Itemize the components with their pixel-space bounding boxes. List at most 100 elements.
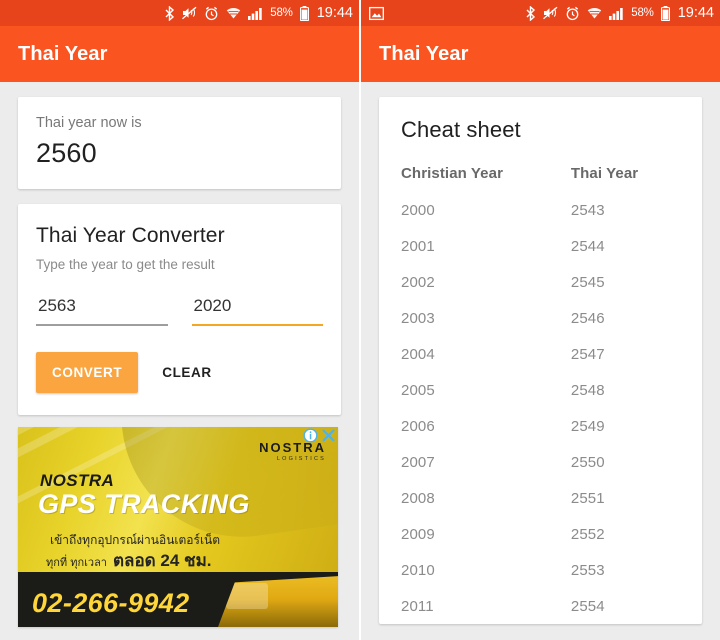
signal-icon (609, 7, 624, 20)
dual-screenshot-container: 58% 19:44 Thai Year Thai year now is 256… (0, 0, 720, 640)
cell-thai-year: 2553 (570, 562, 605, 579)
column-header-thai-year: Thai Year (570, 165, 639, 182)
christian-year-field-underline (191, 324, 323, 326)
battery-percent: 58% (270, 7, 293, 19)
screenshot-icon (369, 6, 384, 21)
cell-thai-year: 2550 (570, 454, 605, 471)
ad-thai-line-2: ทุกที่ ทุกเวลา ตลอด 24 ชม. (46, 547, 212, 572)
left-content: Thai year now is 2560 Thai Year Converte… (0, 97, 359, 627)
thai-year-field-underline (36, 324, 168, 326)
app-title: Thai Year (18, 42, 108, 65)
ad-top-panel: NOSTRA LOGISTICS NOSTRA GPS TRACKING เข้… (18, 427, 338, 572)
cell-christian-year: 2004 (401, 346, 435, 363)
left-screen: 58% 19:44 Thai Year Thai year now is 256… (0, 0, 359, 640)
converter-buttons: CONVERT CLEAR (36, 352, 323, 393)
clear-button[interactable]: CLEAR (148, 352, 226, 393)
table-header-row: Christian Year Thai Year (401, 165, 680, 202)
ad-headline-1: NOSTRA (40, 471, 115, 490)
table-row: 2005 2548 (401, 382, 680, 418)
ad-truck-image (218, 576, 338, 627)
table-row: 2009 2552 (401, 526, 680, 562)
cell-thai-year: 2551 (570, 490, 605, 507)
thai-year-input[interactable] (36, 296, 168, 324)
cell-christian-year: 2006 (401, 418, 435, 435)
status-clock: 19:44 (316, 5, 353, 21)
ad-brand-logo: NOSTRA LOGISTICS (259, 440, 326, 462)
status-bar-left: 58% 19:44 (0, 0, 359, 26)
bluetooth-icon (525, 5, 536, 21)
thai-year-now-label: Thai year now is (36, 115, 142, 131)
cell-thai-year: 2544 (570, 238, 605, 255)
table-row: 2002 2545 (401, 274, 680, 310)
ad-thai-line-2-prefix: ทุกที่ ทุกเวลา (46, 557, 107, 569)
ad-bottom-panel: 02-266-9942 (18, 572, 338, 627)
wifi-icon (226, 7, 241, 20)
app-title: Thai Year (379, 42, 469, 65)
cell-christian-year: 2011 (401, 598, 434, 615)
app-bar-right: Thai Year (361, 26, 720, 82)
table-row: 2004 2547 (401, 346, 680, 382)
ad-phone-number: 02-266-9942 (32, 588, 190, 618)
thai-year-field[interactable] (36, 296, 168, 326)
cell-christian-year: 2003 (401, 310, 435, 327)
cell-christian-year: 2008 (401, 490, 435, 507)
battery-icon (299, 5, 309, 21)
cell-thai-year: 2548 (570, 382, 605, 399)
ad-close-icon[interactable] (321, 428, 336, 443)
ad-info-icon[interactable] (303, 428, 318, 443)
thai-year-now-value: 2560 (36, 138, 97, 168)
cell-thai-year: 2546 (570, 310, 605, 327)
cell-thai-year: 2554 (570, 598, 605, 615)
cheat-sheet-card: Cheat sheet Christian Year Thai Year 200… (379, 97, 702, 624)
convert-button[interactable]: CONVERT (36, 352, 139, 393)
wifi-icon (587, 7, 602, 20)
column-header-christian-year: Christian Year (401, 165, 504, 182)
battery-percent: 58% (631, 7, 654, 19)
converter-card: Thai Year Converter Type the year to get… (18, 204, 341, 415)
ad-badges (303, 428, 336, 443)
table-row: 2006 2549 (401, 418, 680, 454)
mute-icon (543, 6, 558, 20)
advertisement-banner[interactable]: NOSTRA LOGISTICS NOSTRA GPS TRACKING เข้… (18, 427, 338, 627)
right-content: Cheat sheet Christian Year Thai Year 200… (361, 97, 720, 624)
alarm-icon (565, 6, 580, 21)
cheat-sheet-table: Christian Year Thai Year 2000 2543 2001 254… (401, 165, 680, 624)
cell-christian-year: 2000 (401, 202, 435, 219)
right-screen: 58% 19:44 Thai Year Cheat sheet Christia… (361, 0, 720, 640)
ad-brand-subtitle: LOGISTICS (276, 456, 326, 462)
status-bar-right-icons: 58% 19:44 (525, 5, 714, 21)
cell-thai-year: 2552 (570, 526, 605, 543)
status-bar-right: 58% 19:44 (361, 0, 720, 26)
cheat-sheet-title: Cheat sheet (401, 117, 521, 142)
ad-thai-line-2-bold: ตลอด 24 ชม. (112, 551, 212, 570)
table-row: 2007 2550 (401, 454, 680, 490)
alarm-icon (204, 6, 219, 21)
table-row: 2008 2551 (401, 490, 680, 526)
cell-christian-year: 2005 (401, 382, 435, 399)
christian-year-input[interactable] (191, 296, 323, 324)
table-row: 2003 2546 (401, 310, 680, 346)
thai-year-now-card: Thai year now is 2560 (18, 97, 341, 189)
cell-christian-year: 2010 (401, 562, 435, 579)
status-clock: 19:44 (677, 5, 714, 21)
bluetooth-icon (164, 5, 175, 21)
cell-thai-year: 2543 (570, 202, 605, 219)
cell-thai-year: 2545 (570, 274, 605, 291)
cheat-sheet-head: Christian Year Thai Year (401, 165, 680, 202)
table-row: 2001 2544 (401, 238, 680, 274)
converter-subtitle: Type the year to get the result (36, 257, 215, 272)
app-bar-left: Thai Year (0, 26, 359, 82)
cell-christian-year: 2007 (401, 454, 435, 471)
battery-icon (660, 5, 670, 21)
status-bar-right-icons: 58% 19:44 (164, 5, 353, 21)
status-bar-left-icons (369, 6, 525, 21)
converter-title: Thai Year Converter (36, 224, 225, 247)
christian-year-field[interactable] (191, 296, 323, 326)
cheat-sheet-body: 2000 2543 2001 2544 2002 2545 2003 2546 2004 2547… (401, 202, 680, 624)
converter-fields (36, 296, 323, 326)
cell-christian-year: 2002 (401, 274, 435, 291)
signal-icon (248, 7, 263, 20)
cell-christian-year: 2001 (401, 238, 435, 255)
cell-thai-year: 2547 (570, 346, 605, 363)
cell-christian-year: 2009 (401, 526, 435, 543)
